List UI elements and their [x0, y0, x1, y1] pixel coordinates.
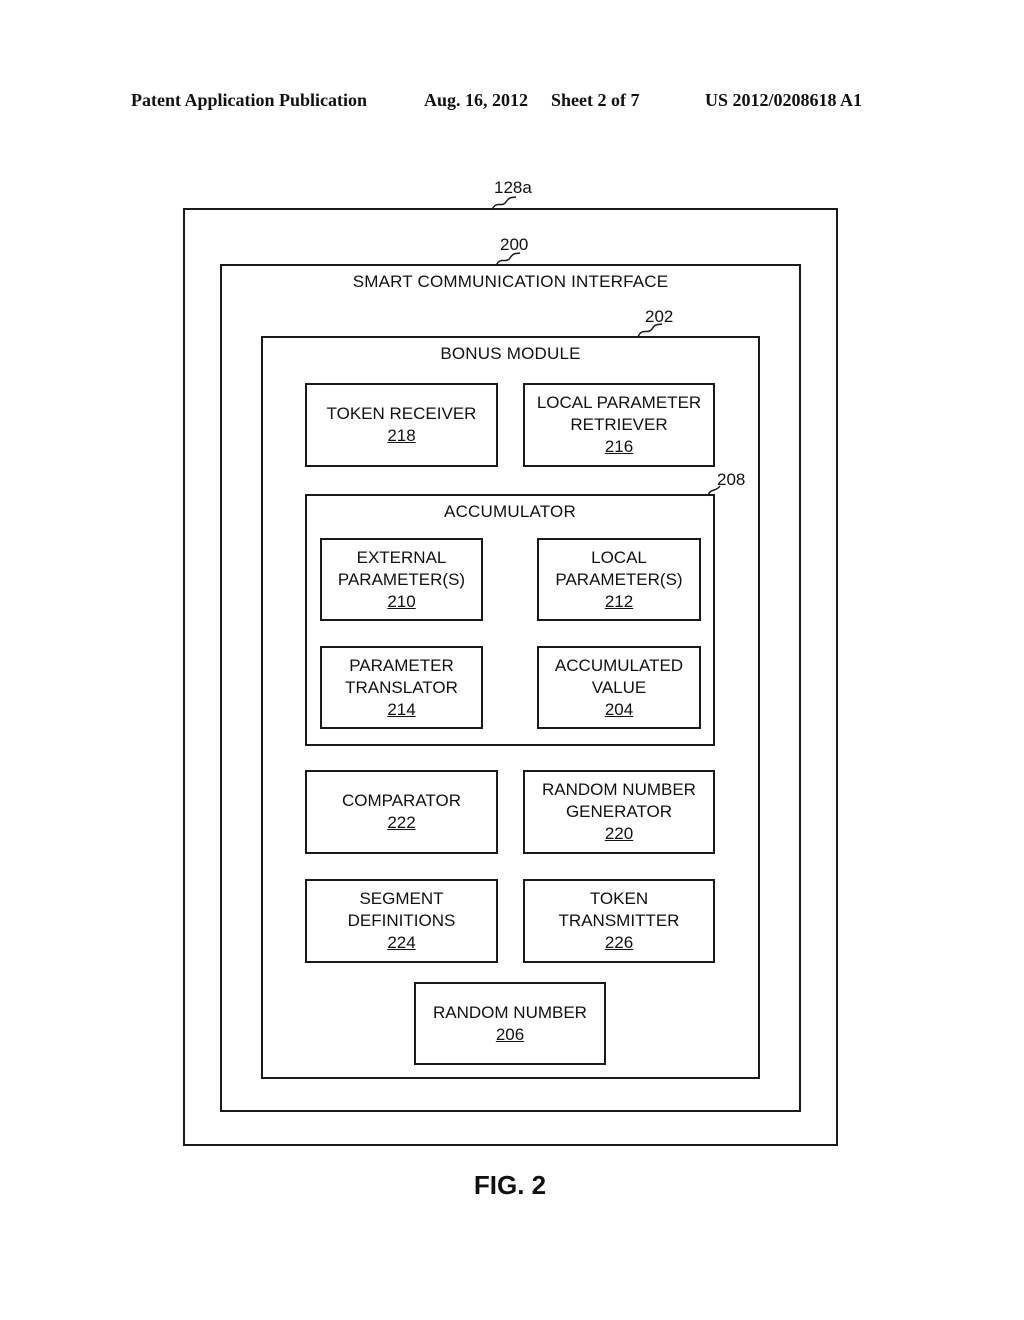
external-parameters-module: EXTERNAL PARAMETER(S) 210: [320, 538, 483, 621]
module-label: EXTERNAL: [356, 547, 447, 567]
patent-number: US 2012/0208618 A1: [705, 90, 863, 110]
module-ref: 222: [387, 813, 416, 832]
token-transmitter-module: TOKEN TRANSMITTER 226: [523, 879, 715, 963]
module-ref: 218: [387, 426, 416, 445]
module-label: GENERATOR: [565, 802, 673, 821]
publication-label: Patent Application Publication: [131, 90, 368, 110]
module-ref: 214: [387, 699, 416, 719]
module-label: DEFINITIONS: [347, 911, 456, 930]
interface-title: SMART COMMUNICATION INTERFACE: [352, 272, 669, 291]
module-label: PARAMETER(S): [337, 569, 466, 589]
module-ref: 212: [604, 591, 634, 611]
module-label: RETRIEVER: [570, 415, 668, 434]
module-label: COMPARATOR: [341, 791, 461, 810]
parameter-translator-module: PARAMETER TRANSLATOR 214: [320, 646, 483, 729]
token-receiver-module: TOKEN RECEIVER 218: [305, 383, 498, 467]
segment-definitions-module: SEGMENT DEFINITIONS 224: [305, 879, 498, 963]
module-label: PARAMETER(S): [555, 569, 683, 589]
module-ref: 204: [604, 699, 634, 719]
module-label: PARAMETER: [349, 655, 454, 675]
module-label: LOCAL: [591, 547, 647, 567]
module-ref: 216: [604, 437, 634, 456]
module-label: VALUE: [591, 677, 647, 697]
module-ref: 206: [495, 1024, 525, 1044]
random-number-generator-module: RANDOM NUMBER GENERATOR 220: [523, 770, 715, 854]
module-ref: 224: [387, 933, 416, 952]
module-label: TOKEN RECEIVER: [326, 404, 477, 423]
comparator-module: COMPARATOR 222: [305, 770, 498, 854]
module-label: TRANSMITTER: [558, 911, 680, 930]
bonus-module-title: BONUS MODULE: [440, 344, 581, 363]
accumulator-title: ACCUMULATOR: [444, 502, 576, 521]
ref-128a: 128a: [494, 178, 532, 197]
module-ref: 220: [604, 824, 634, 843]
local-parameters-module: LOCAL PARAMETER(S) 212: [537, 538, 701, 621]
figure-label: FIG. 2: [473, 1170, 547, 1200]
module-ref: 226: [604, 933, 634, 952]
module-label: RANDOM NUMBER: [433, 1002, 587, 1022]
module-label: ACCUMULATED: [554, 655, 684, 675]
local-parameter-retriever-module: LOCAL PARAMETER RETRIEVER 216: [523, 383, 715, 467]
module-label: SEGMENT: [359, 889, 444, 908]
sheet-number: Sheet 2 of 7: [551, 90, 640, 110]
module-label: LOCAL PARAMETER: [536, 393, 702, 412]
module-label: TRANSLATOR: [345, 677, 458, 697]
module-ref: 210: [387, 591, 416, 611]
module-label: RANDOM NUMBER: [542, 780, 696, 799]
random-number-module: RANDOM NUMBER 206: [414, 982, 606, 1065]
module-label: TOKEN: [589, 889, 649, 908]
publication-date: Aug. 16, 2012: [424, 90, 529, 110]
accumulated-value-module: ACCUMULATED VALUE 204: [537, 646, 701, 729]
